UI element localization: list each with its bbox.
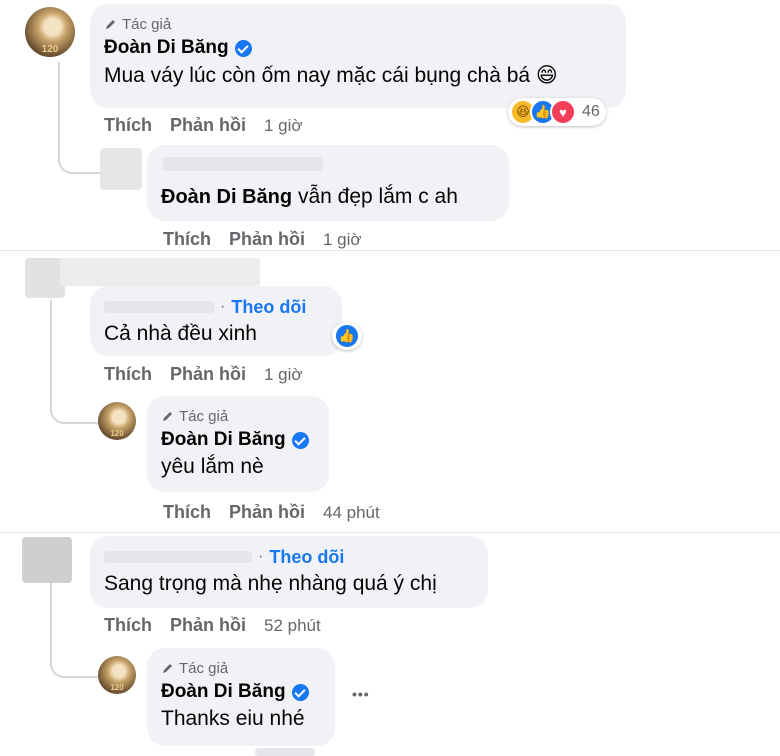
reply-bubble: Tác giả Đoàn Di Băng Thanks eiu nhé xyxy=(147,648,335,746)
more-options-icon[interactable]: ••• xyxy=(352,686,370,702)
comment-text: Mua váy lúc còn ốm nay mặc cái bụng chà … xyxy=(104,64,558,87)
like-button[interactable]: Thích xyxy=(163,229,211,250)
redacted-name xyxy=(104,301,214,313)
timestamp[interactable]: 1 giờ xyxy=(264,365,303,385)
pencil-icon xyxy=(106,20,115,29)
author-avatar[interactable]: 120 xyxy=(98,402,136,440)
verified-badge-icon xyxy=(291,431,309,449)
comment-bubble: · Theo dõi Sang trọng mà nhẹ nhàng quá ý… xyxy=(90,536,488,608)
comment-actions: Thích Phản hồi 52 phút xyxy=(104,615,321,636)
redacted-name xyxy=(104,551,252,563)
follow-button[interactable]: Theo dõi xyxy=(231,297,306,318)
divider xyxy=(0,250,780,251)
pencil-icon xyxy=(163,664,172,673)
reaction-summary[interactable]: 👍 xyxy=(332,322,362,350)
timestamp[interactable]: 1 giờ xyxy=(323,230,362,250)
reply-text: vẫn đẹp lắm c ah xyxy=(292,185,458,208)
verified-badge-icon xyxy=(291,683,309,701)
reply-text: Thanks eiu nhé xyxy=(161,707,305,730)
like-button[interactable]: Thích xyxy=(104,615,152,636)
mention-link[interactable]: Đoàn Di Băng xyxy=(161,186,292,208)
commenter-name[interactable]: Đoàn Di Băng xyxy=(161,681,286,703)
like-icon: 👍 xyxy=(334,323,360,349)
author-badge: Tác giả xyxy=(161,406,315,426)
like-button[interactable]: Thích xyxy=(104,115,152,136)
comment-text: Sang trọng mà nhẹ nhàng quá ý chị xyxy=(104,572,437,595)
like-button[interactable]: Thích xyxy=(104,364,152,385)
timestamp[interactable]: 44 phút xyxy=(323,503,380,523)
reply-button[interactable]: Phản hồi xyxy=(170,364,246,385)
timestamp[interactable]: 52 phút xyxy=(264,616,321,636)
commenter-avatar[interactable] xyxy=(22,537,72,583)
follow-button[interactable]: Theo dõi xyxy=(269,547,344,568)
reaction-count: 46 xyxy=(582,103,600,120)
reply-button[interactable]: Phản hồi xyxy=(170,115,246,136)
redacted-name xyxy=(163,157,323,171)
comment-bubble: Tác giả Đoàn Di Băng Mua váy lúc còn ốm … xyxy=(90,4,626,108)
author-avatar[interactable]: 120 xyxy=(98,656,136,694)
reaction-summary[interactable]: 😆 👍 ♥ 46 xyxy=(508,98,606,126)
love-icon: ♥ xyxy=(550,99,576,125)
reply-text: yêu lắm nè xyxy=(161,455,264,478)
comment-bubble: · Theo dõi Cả nhà đều xinh xyxy=(90,286,342,356)
commenter-avatar[interactable] xyxy=(25,258,65,298)
reply-button[interactable]: Phản hồi xyxy=(229,502,305,523)
comment-actions: Thích Phản hồi 1 giờ xyxy=(163,229,362,250)
commenter-name[interactable]: Đoàn Di Băng xyxy=(104,37,229,59)
verified-badge-icon xyxy=(234,39,252,57)
reply-button[interactable]: Phản hồi xyxy=(170,615,246,636)
reply-bubble: Đoàn Di Băng vẫn đẹp lắm c ah xyxy=(147,145,509,221)
author-badge: Tác giả xyxy=(104,14,612,34)
redacted-block xyxy=(255,748,315,756)
author-avatar[interactable]: 120 xyxy=(25,7,75,57)
comment-actions: Thích Phản hồi 1 giờ xyxy=(104,115,303,136)
comment-text: Cả nhà đều xinh xyxy=(104,322,257,345)
redacted-block xyxy=(60,258,260,286)
like-button[interactable]: Thích xyxy=(163,502,211,523)
commenter-avatar[interactable] xyxy=(100,148,142,190)
divider xyxy=(0,532,780,533)
comment-actions: Thích Phản hồi 1 giờ xyxy=(104,364,303,385)
comment-actions: Thích Phản hồi 44 phút xyxy=(163,502,380,523)
commenter-name[interactable]: Đoàn Di Băng xyxy=(161,429,286,451)
reply-button[interactable]: Phản hồi xyxy=(229,229,305,250)
author-badge: Tác giả xyxy=(161,658,321,678)
pencil-icon xyxy=(163,412,172,421)
timestamp[interactable]: 1 giờ xyxy=(264,116,303,136)
reply-bubble: Tác giả Đoàn Di Băng yêu lắm nè xyxy=(147,396,329,492)
